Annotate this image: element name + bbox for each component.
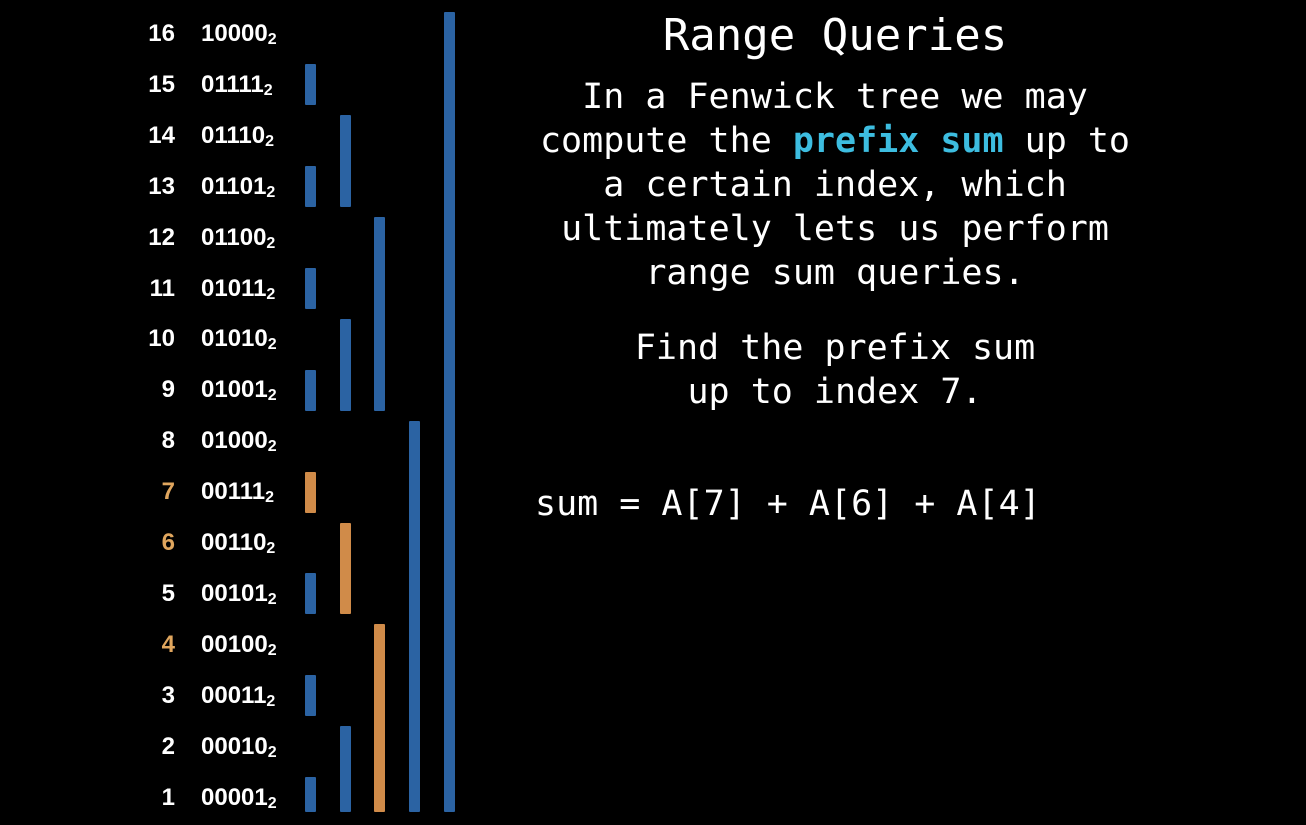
row-index-12: 12 [148, 223, 175, 251]
responsibility-bar-12 [374, 217, 385, 411]
responsibility-bar-14 [340, 115, 351, 208]
description-line: range sum queries. [645, 253, 1025, 293]
responsibility-bar-9 [305, 369, 316, 411]
row-index-16: 16 [148, 20, 175, 47]
binary-base-subscript: 2 [267, 641, 277, 659]
row-binary-16: 100002 [201, 19, 277, 55]
binary-value: 01101 [201, 172, 267, 200]
row-index-5: 5 [161, 579, 175, 607]
slide-title: Range Queries [662, 10, 1008, 61]
binary-base-subscript: 2 [267, 438, 277, 456]
binary-value: 00010 [201, 732, 268, 760]
prefix-sum-keyword: prefix sum [792, 121, 1004, 161]
row-binary-3: 000112 [201, 681, 275, 717]
binary-base-subscript: 2 [267, 590, 277, 608]
row-index-6: 6 [161, 529, 175, 556]
binary-value: 00011 [201, 681, 267, 709]
question-line: up to index 7. [687, 372, 983, 412]
row-index-8: 8 [161, 427, 175, 455]
binary-value: 01000 [201, 427, 268, 455]
row-index-2: 2 [161, 732, 175, 760]
description-line: ultimately lets us perform [561, 209, 1109, 249]
row-binary-15: 011112 [201, 70, 273, 106]
binary-value: 01001 [201, 376, 268, 404]
binary-base-subscript: 2 [266, 183, 276, 201]
binary-base-subscript: 2 [267, 31, 277, 48]
binary-base-subscript: 2 [266, 540, 276, 557]
responsibility-bar-10 [340, 318, 351, 411]
responsibility-bar-6 [340, 522, 351, 615]
row-index-3: 3 [161, 681, 175, 709]
row-index-1: 1 [161, 783, 175, 811]
row-index-11: 11 [149, 274, 175, 302]
row-binary-11: 010112 [201, 274, 275, 310]
responsibility-bar-7 [305, 471, 316, 513]
binary-value: 00110 [201, 529, 267, 556]
row-index-15: 15 [148, 70, 175, 98]
row-index-9: 9 [161, 376, 175, 404]
row-index-10: 10 [148, 325, 175, 353]
responsibility-bar-15 [305, 64, 316, 106]
row-index-7: 7 [161, 478, 175, 506]
row-index-4: 4 [161, 630, 175, 658]
question-line: Find the prefix sum [634, 328, 1036, 368]
responsibility-bar-16 [444, 12, 455, 812]
description-paragraph: In a Fenwick tree we may compute the pre… [485, 75, 1185, 295]
binary-value: 00111 [201, 478, 266, 506]
binary-base-subscript: 2 [265, 489, 274, 507]
description-text: compute the [539, 121, 793, 161]
slide: 16 100002 15 011112 14 011102 13 011012 12 011002… [0, 0, 1306, 825]
binary-base-subscript: 2 [267, 743, 277, 761]
row-binary-4: 001002 [201, 630, 277, 666]
row-binary-14: 011102 [201, 121, 274, 157]
binary-base-subscript: 2 [267, 794, 277, 812]
binary-value: 01111 [201, 70, 264, 98]
binary-base-subscript: 2 [267, 336, 277, 354]
row-index-14: 14 [148, 121, 175, 149]
row-binary-13: 011012 [201, 172, 275, 208]
row-binary-1: 000012 [201, 783, 277, 819]
sum-expression: sum = A[7] + A[6] + A[4] [535, 484, 1041, 524]
responsibility-bar-4 [374, 624, 385, 812]
responsibility-bar-3 [305, 675, 316, 717]
responsibility-bar-1 [305, 777, 316, 812]
binary-base-subscript: 2 [266, 692, 276, 710]
responsibility-bar-5 [305, 573, 316, 615]
row-binary-10: 010102 [201, 324, 277, 360]
responsibility-bar-13 [305, 166, 316, 208]
description-line: In a Fenwick tree we may [582, 77, 1088, 117]
binary-base-subscript: 2 [266, 234, 276, 252]
row-binary-9: 010012 [201, 375, 277, 411]
description-line: compute the prefix sum up to [485, 119, 1185, 163]
binary-base-subscript: 2 [263, 81, 273, 99]
binary-value: 01100 [201, 223, 267, 251]
binary-value: 00001 [201, 783, 268, 811]
row-binary-2: 000102 [201, 732, 277, 768]
binary-value: 01011 [201, 274, 267, 302]
row-binary-5: 001012 [201, 579, 277, 615]
responsibility-bar-8 [409, 420, 420, 812]
row-index-13: 13 [148, 172, 175, 200]
responsibility-bar-2 [340, 726, 351, 812]
description-line: a certain index, which [603, 165, 1067, 205]
row-binary-8: 010002 [201, 426, 277, 462]
binary-base-subscript: 2 [265, 132, 274, 150]
question-text: Find the prefix sum up to index 7. [485, 326, 1185, 414]
binary-value: 10000 [201, 20, 268, 47]
binary-base-subscript: 2 [266, 285, 276, 303]
row-binary-12: 011002 [201, 223, 275, 259]
description-text: up to [1003, 121, 1131, 161]
binary-value: 00101 [201, 579, 268, 607]
binary-value: 01010 [201, 325, 268, 353]
binary-base-subscript: 2 [267, 387, 277, 405]
binary-value: 00100 [201, 630, 268, 658]
row-binary-7: 001112 [201, 477, 274, 513]
row-binary-6: 001102 [201, 528, 275, 564]
responsibility-bar-11 [305, 268, 316, 309]
binary-value: 01110 [201, 121, 266, 149]
